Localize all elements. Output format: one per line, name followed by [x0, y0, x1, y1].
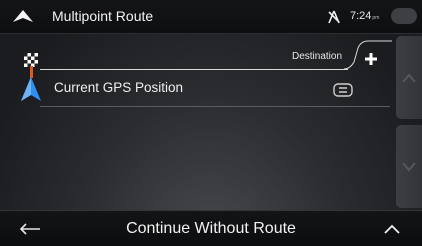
continue-without-route-button[interactable]: Continue Without Route [60, 211, 362, 246]
plus-icon [365, 53, 377, 65]
add-waypoint-button[interactable] [353, 44, 389, 74]
scroll-up-button[interactable] [396, 36, 422, 119]
multipoint-route-screen: Multipoint Route 7:24pm Destination Curr… [0, 0, 422, 246]
expand-menu-button[interactable] [362, 211, 422, 246]
chevron-down-icon [402, 161, 416, 172]
page-title: Multipoint Route [52, 8, 154, 24]
gps-status-icon[interactable] [391, 8, 417, 24]
current-position-arrow-icon [20, 76, 42, 107]
scroll-down-button[interactable] [396, 125, 422, 208]
row-divider [40, 106, 390, 107]
destination-divider [40, 69, 348, 70]
chevron-up-icon [402, 72, 416, 83]
clock-time: 7:24 [350, 10, 372, 22]
back-arrow-icon [19, 222, 40, 235]
back-button[interactable] [0, 211, 60, 246]
details-menu-icon[interactable] [333, 83, 353, 102]
route-point-label[interactable]: Current GPS Position [54, 80, 183, 95]
satellite-off-icon [326, 9, 342, 30]
clock: 7:24pm [350, 10, 379, 22]
chevron-up-icon [384, 224, 400, 234]
navigation-arrow-icon[interactable] [12, 9, 34, 28]
bottom-bar: Continue Without Route [0, 210, 422, 246]
top-status-bar: Multipoint Route 7:24pm [0, 0, 422, 34]
destination-label: Destination [292, 51, 343, 62]
clock-suffix: pm [372, 15, 380, 21]
